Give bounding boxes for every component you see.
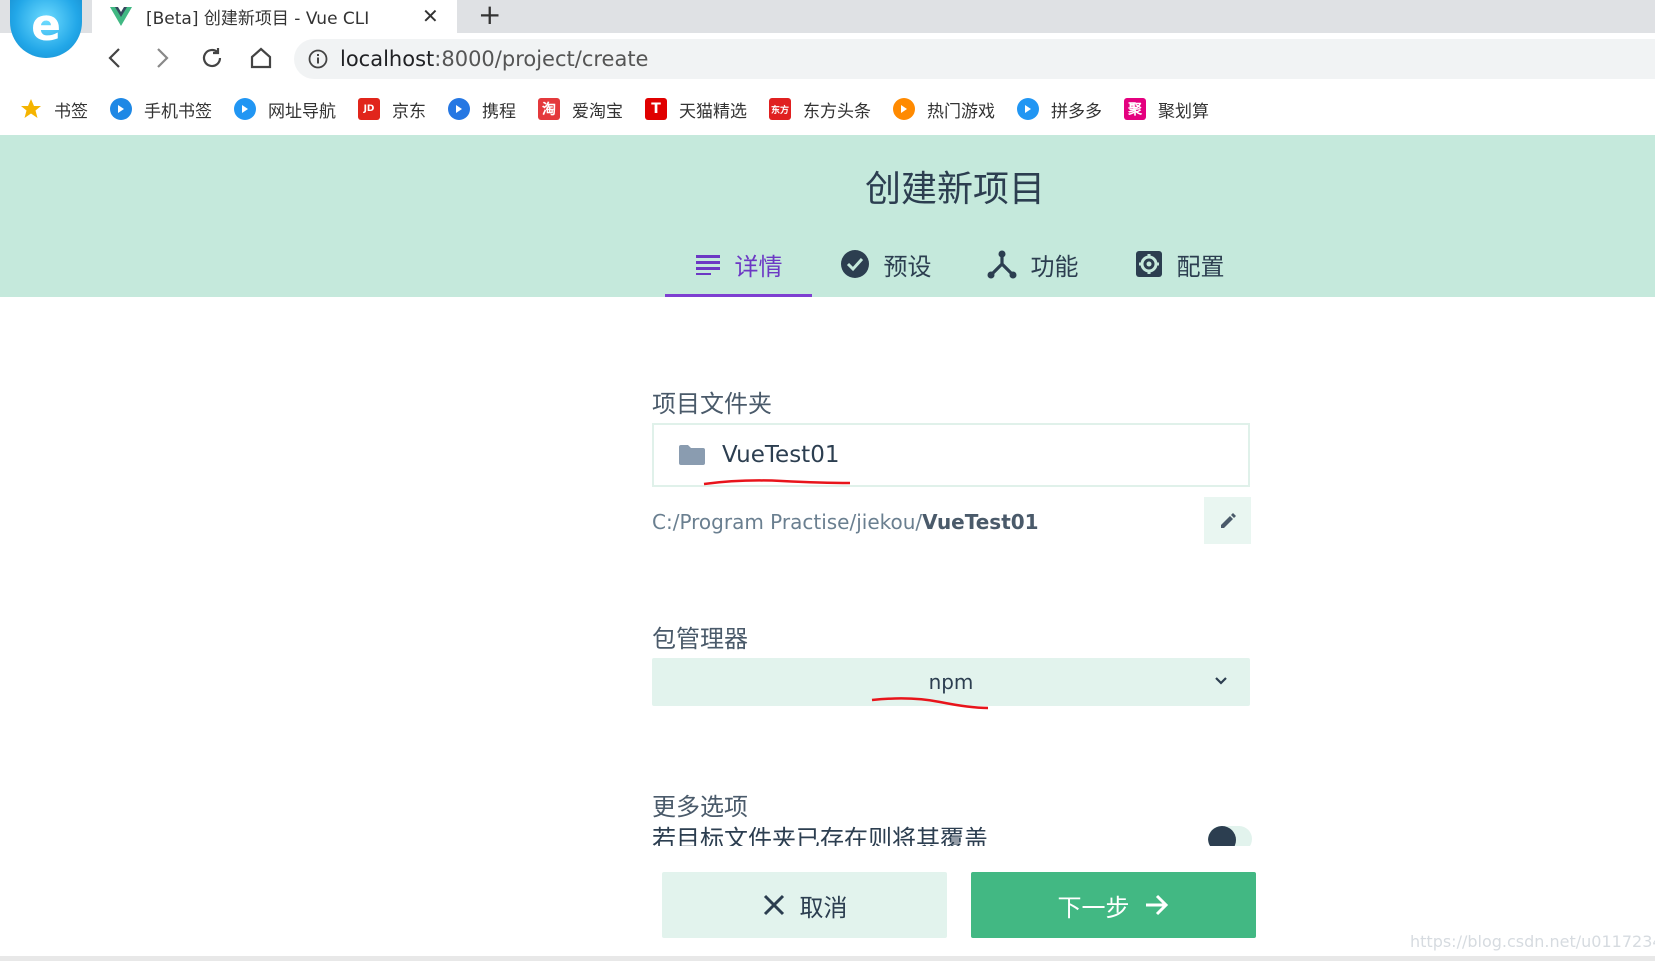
bookmark-label: 网址导航 [268, 101, 336, 122]
app-header: 创建新项目 详情 预设 功能 配置 [0, 135, 1655, 297]
next-button[interactable]: 下一步 [971, 872, 1256, 938]
tab-title: [Beta] 创建新项目 - Vue CLI [146, 9, 370, 29]
bookmark-item[interactable]: 淘爱淘宝 [538, 97, 623, 122]
settings-icon [1135, 251, 1162, 277]
browser-tab[interactable]: [Beta] 创建新项目 - Vue CLI ✕ [92, 0, 457, 33]
bookmark-item[interactable]: 携程 [448, 97, 516, 122]
project-path: C:/Program Practise/jiekou/VueTest01 [652, 510, 1039, 534]
forward-icon[interactable] [146, 41, 180, 75]
tab-features-label: 功能 [1030, 252, 1079, 281]
bookmark-label: 拼多多 [1051, 101, 1102, 122]
bookmark-item[interactable]: 网址导航 [234, 97, 336, 122]
bookmark-label: 书签 [54, 101, 88, 122]
cancel-button[interactable]: 取消 [662, 872, 947, 938]
bookmark-label: 携程 [482, 101, 516, 122]
bookmarks-bar: 书签 手机书签 网址导航 JD 京东 携程 淘爱淘宝 T 天猫精选 东方 东方头条 热门游戏 拼多多 聚聚… [0, 83, 1655, 135]
vue-logo-icon [110, 6, 132, 26]
overwrite-option-row: 若目标文件夹已存在则将其覆盖 [652, 822, 1252, 848]
edit-path-button[interactable] [1204, 497, 1251, 544]
pdd-icon [1017, 98, 1039, 120]
project-path-prefix: C:/Program Practise/jiekou/ [652, 510, 923, 534]
merge-icon [987, 250, 1016, 279]
jd-icon: JD [358, 98, 380, 120]
red-annotation-underline [703, 479, 851, 486]
cancel-label: 取消 [799, 893, 848, 922]
tab-preset-label: 预设 [883, 252, 932, 281]
arrow-right-icon [1145, 894, 1168, 916]
page-title: 创建新项目 [864, 169, 1045, 210]
tmall-icon: T [645, 98, 667, 120]
browser-navbar: localhost:8000/project/create [0, 33, 1655, 83]
check-circle-icon [840, 250, 869, 278]
info-icon[interactable] [308, 49, 328, 69]
package-manager-label: 包管理器 [652, 625, 748, 653]
folder-section-label: 项目文件夹 [652, 390, 772, 418]
star-icon [20, 98, 42, 120]
game-icon [893, 98, 915, 120]
url-text: localhost:8000/project/create [340, 47, 648, 71]
chevron-down-icon [1215, 677, 1227, 685]
step-tabs: 详情 预设 功能 配置 [665, 234, 1253, 297]
more-options-label: 更多选项 [652, 793, 748, 821]
url-path: :8000/project/create [434, 47, 649, 71]
tab-features[interactable]: 功能 [959, 234, 1106, 294]
overwrite-option-text: 若目标文件夹已存在则将其覆盖 [652, 825, 988, 848]
tab-details[interactable]: 详情 [665, 234, 812, 297]
dftt-icon: 东方 [769, 98, 791, 120]
new-tab-icon[interactable]: + [478, 0, 501, 30]
bookmark-item[interactable]: 东方 东方头条 [769, 97, 871, 122]
project-folder-value: VueTest01 [722, 442, 840, 468]
tab-details-label: 详情 [734, 252, 783, 281]
phone-bookmark-icon [110, 98, 132, 120]
close-icon [763, 894, 784, 916]
watermark: https://blog.csdn.net/u011723409 [1410, 932, 1655, 951]
url-host: localhost [340, 47, 435, 71]
list-icon [695, 255, 720, 275]
bookmark-label: 手机书签 [144, 101, 212, 122]
back-icon[interactable] [97, 41, 131, 75]
reload-icon[interactable] [195, 41, 229, 75]
bookmark-label: 热门游戏 [927, 101, 995, 122]
bottom-bar [0, 956, 1655, 961]
browser-tab-strip: e [Beta] 创建新项目 - Vue CLI ✕ + [0, 0, 1655, 58]
bookmark-item[interactable]: 书签 [20, 97, 88, 122]
home-icon[interactable] [244, 41, 278, 75]
tab-preset[interactable]: 预设 [812, 234, 959, 294]
juhuasuan-icon: 聚 [1124, 98, 1146, 120]
bookmark-label: 东方头条 [803, 101, 871, 122]
bookmark-label: 京东 [392, 101, 426, 122]
bookmark-label: 聚划算 [1158, 101, 1209, 122]
bookmark-item[interactable]: 拼多多 [1017, 97, 1102, 122]
close-tab-icon[interactable]: ✕ [422, 0, 439, 33]
address-bar[interactable]: localhost:8000/project/create [294, 39, 1655, 79]
bookmark-item[interactable]: 聚聚划算 [1124, 97, 1209, 122]
tab-config-label: 配置 [1176, 252, 1225, 281]
bookmark-item[interactable]: JD 京东 [358, 97, 426, 122]
taobao-icon: 淘 [538, 98, 560, 120]
bookmark-item[interactable]: 手机书签 [110, 97, 212, 122]
next-label: 下一步 [1057, 893, 1130, 922]
bookmark-item[interactable]: 热门游戏 [893, 97, 995, 122]
bookmark-label: 天猫精选 [679, 101, 747, 122]
folder-icon [679, 445, 705, 465]
project-path-name: VueTest01 [922, 510, 1039, 534]
bookmark-label: 爱淘宝 [572, 101, 623, 122]
bookmark-item[interactable]: T 天猫精选 [645, 97, 747, 122]
red-annotation-underline [871, 697, 989, 710]
package-manager-value: npm [928, 670, 974, 694]
scroll-fade [640, 846, 1280, 872]
tab-config[interactable]: 配置 [1106, 234, 1253, 294]
ctrip-icon [448, 98, 470, 120]
pencil-icon [1220, 512, 1236, 528]
nav-icon [234, 98, 256, 120]
